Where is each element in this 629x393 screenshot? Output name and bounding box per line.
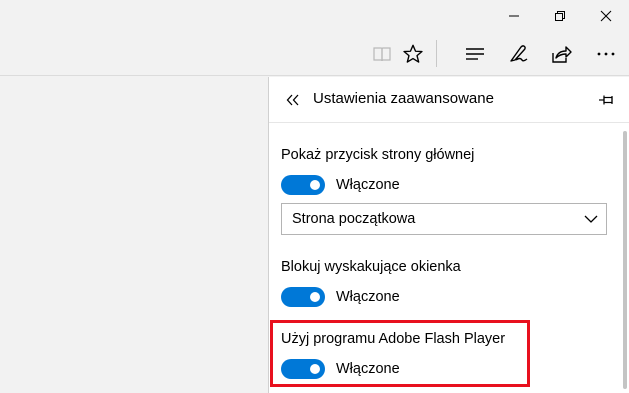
browser-toolbar (0, 31, 629, 76)
flash-player-setting-label: Użyj programu Adobe Flash Player (281, 331, 506, 347)
double-chevron-left-icon (286, 94, 299, 106)
share-button[interactable] (543, 31, 579, 76)
flash-player-toggle[interactable] (281, 359, 325, 379)
pin-button[interactable] (597, 90, 617, 110)
pin-icon (599, 95, 613, 105)
panel-title: Ustawienia zaawansowane (313, 90, 494, 107)
web-note-button[interactable] (500, 31, 536, 76)
web-note-icon (510, 44, 528, 62)
advanced-settings-panel: Ustawienia zaawansowane Pokaż przycisk s… (268, 77, 629, 393)
flash-player-toggle-state: Włączone (336, 361, 400, 377)
reading-view-icon (373, 46, 391, 61)
share-icon (552, 45, 572, 63)
close-button[interactable] (583, 0, 629, 31)
hub-button[interactable] (457, 31, 493, 76)
block-popups-setting-label: Blokuj wyskakujące okienka (281, 259, 461, 275)
restore-icon (555, 10, 565, 21)
panel-scrollbar[interactable] (623, 131, 627, 389)
home-button-toggle[interactable] (281, 175, 325, 195)
page-content-area (0, 77, 268, 393)
favorite-button[interactable] (395, 31, 431, 76)
toggle-knob (310, 180, 320, 190)
close-icon (600, 10, 612, 21)
block-popups-toggle-state: Włączone (336, 289, 400, 305)
hub-icon (466, 47, 484, 60)
restore-button[interactable] (537, 0, 583, 31)
block-popups-toggle[interactable] (281, 287, 325, 307)
toggle-knob (310, 292, 320, 302)
favorite-star-icon (403, 44, 423, 63)
minimize-icon (509, 15, 519, 16)
panel-header: Ustawienia zaawansowane (269, 77, 629, 123)
toolbar-separator (436, 40, 437, 67)
homepage-select[interactable]: Strona początkowa (281, 203, 607, 235)
home-button-toggle-state: Włączone (336, 177, 400, 193)
home-button-setting-label: Pokaż przycisk strony głównej (281, 147, 475, 163)
homepage-select-value: Strona początkowa (292, 211, 416, 227)
title-bar (0, 0, 629, 31)
chevron-down-icon (584, 215, 598, 223)
toggle-knob (310, 364, 320, 374)
back-button[interactable] (283, 90, 303, 110)
more-icon (597, 52, 615, 55)
more-button[interactable] (588, 31, 624, 76)
minimize-button[interactable] (491, 0, 537, 31)
